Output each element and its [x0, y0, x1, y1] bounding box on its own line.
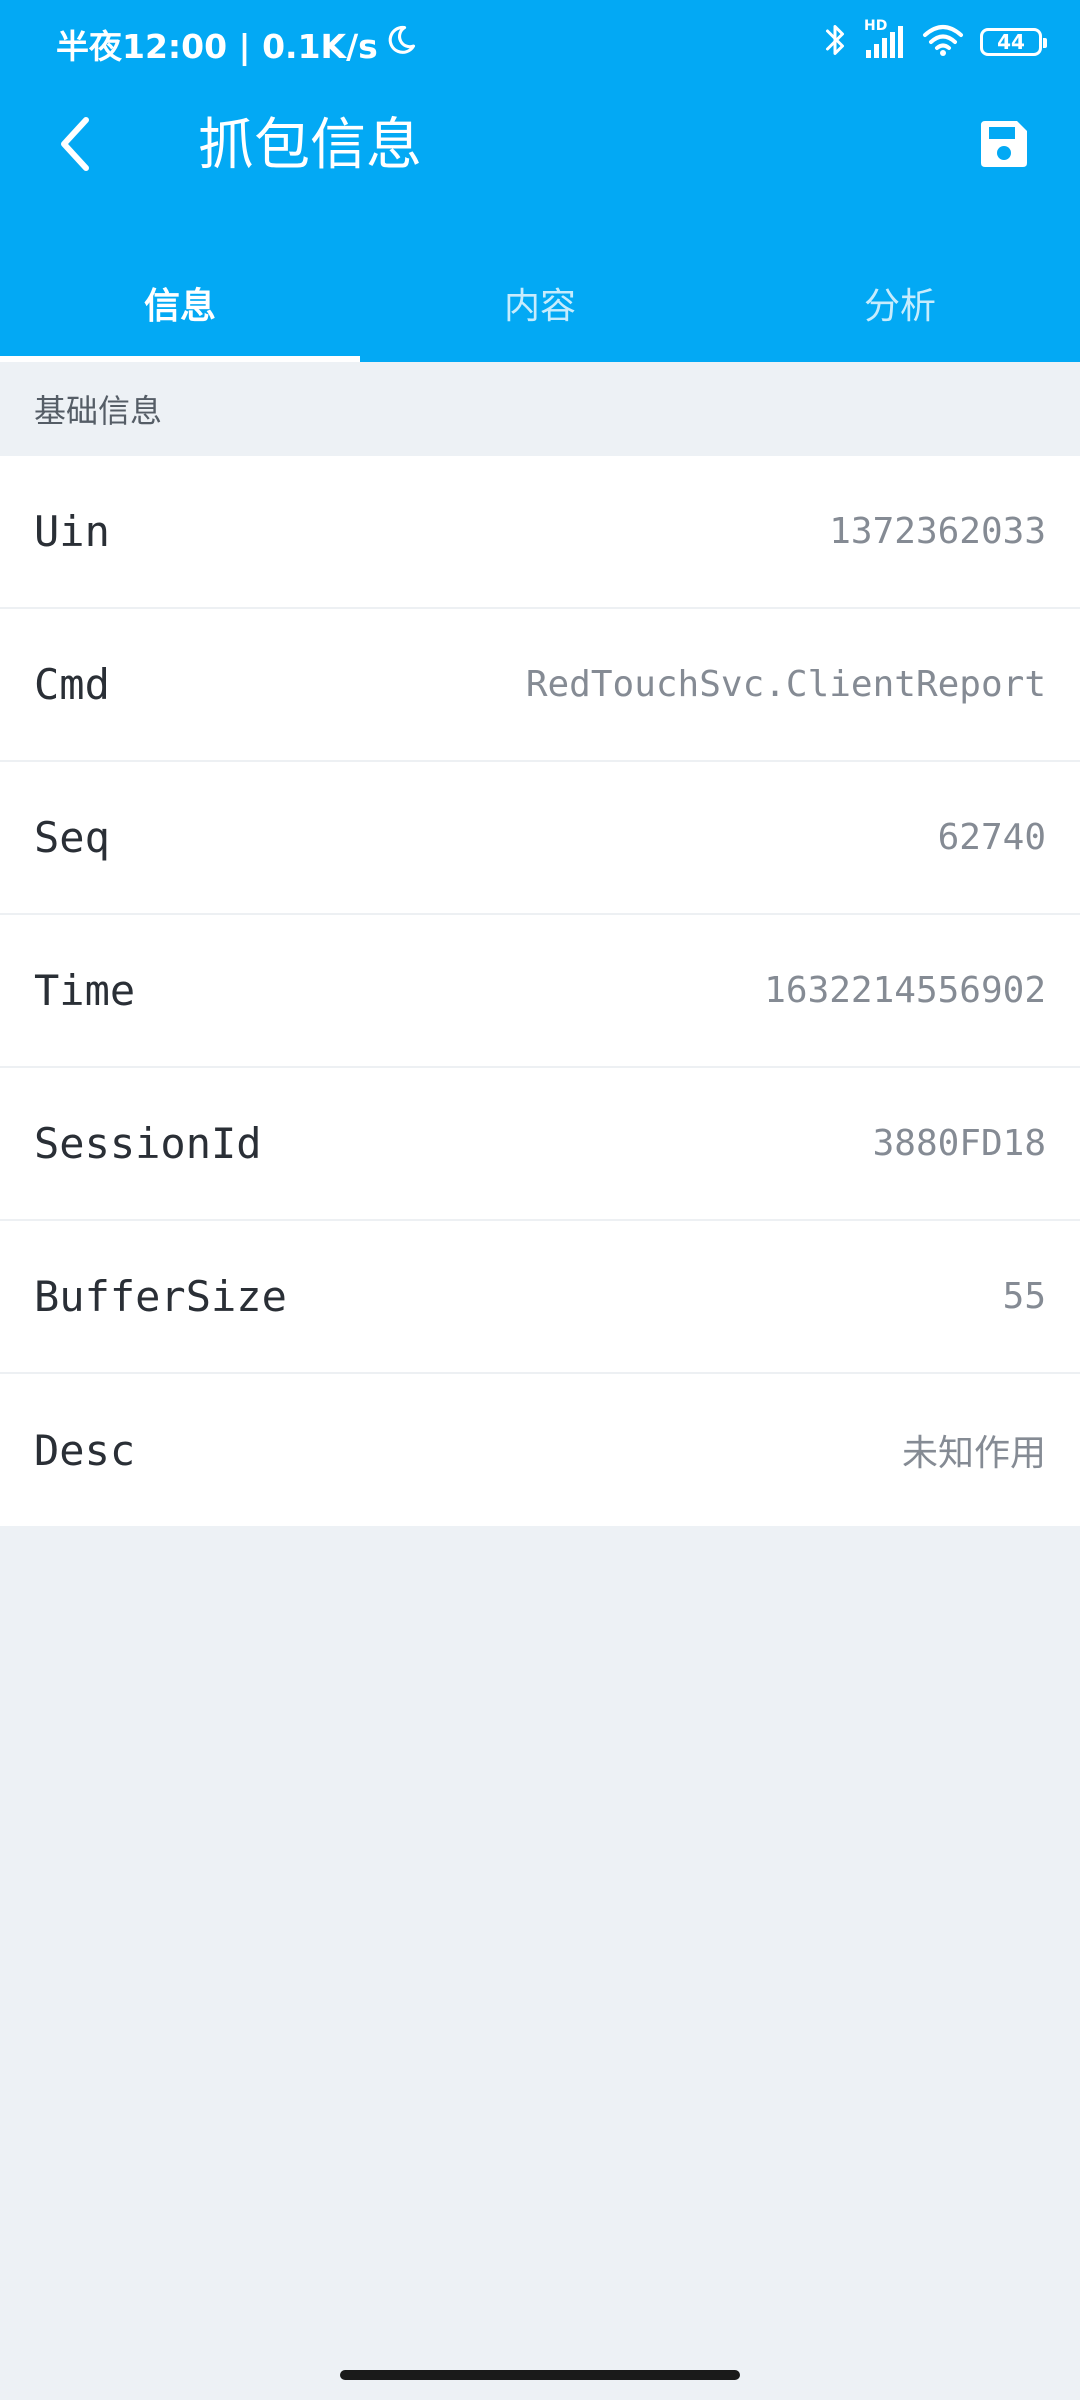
tab-info[interactable]: 信息 — [0, 244, 360, 362]
home-indicator[interactable] — [340, 2370, 740, 2380]
tab-analysis[interactable]: 分析 — [720, 244, 1080, 362]
row-value: 55 — [1002, 1276, 1046, 1317]
row-label: Seq — [34, 813, 110, 862]
moon-icon — [384, 23, 418, 65]
row-session-id[interactable]: SessionId 3880FD18 — [0, 1068, 1080, 1221]
row-time[interactable]: Time 1632214556902 — [0, 915, 1080, 1068]
tab-content[interactable]: 内容 — [360, 244, 720, 362]
wifi-icon — [922, 23, 964, 61]
row-seq[interactable]: Seq 62740 — [0, 762, 1080, 915]
row-value: 未知作用 — [901, 1433, 1046, 1474]
chevron-left-icon — [56, 116, 96, 176]
row-value: 62740 — [937, 817, 1046, 858]
signal-icon: HD — [862, 18, 906, 60]
section-header: 基础信息 — [0, 362, 1080, 456]
status-time: 半夜12:00 | 0.1K/s — [56, 27, 378, 66]
row-label: SessionId — [34, 1119, 262, 1168]
bluetooth-icon — [824, 22, 846, 62]
status-bar: 半夜12:00 | 0.1K/s HD 44 — [0, 0, 1080, 84]
page-title: 抓包信息 — [198, 113, 422, 178]
status-right: HD 44 — [824, 18, 1047, 62]
save-button[interactable] — [968, 110, 1040, 182]
row-label: Desc — [34, 1425, 136, 1475]
row-label: Cmd — [34, 660, 110, 709]
row-value: 3880FD18 — [872, 1123, 1046, 1164]
row-value: RedTouchSvc.ClientReport — [525, 664, 1046, 705]
status-left: 半夜12:00 | 0.1K/s — [56, 20, 418, 68]
section-title: 基础信息 — [34, 392, 163, 430]
row-value: 1632214556902 — [764, 970, 1046, 1011]
battery-icon: 44 — [980, 28, 1047, 56]
battery-level: 44 — [997, 30, 1025, 54]
row-label: Uin — [34, 507, 110, 556]
row-uin[interactable]: Uin 1372362033 — [0, 456, 1080, 609]
row-label: BufferSize — [34, 1272, 287, 1321]
info-list: Uin 1372362033 Cmd RedTouchSvc.ClientRep… — [0, 456, 1080, 1526]
row-desc[interactable]: Desc 未知作用 — [0, 1374, 1080, 1526]
row-cmd[interactable]: Cmd RedTouchSvc.ClientReport — [0, 609, 1080, 762]
row-buffer-size[interactable]: BufferSize 55 — [0, 1221, 1080, 1374]
row-value: 1372362033 — [829, 511, 1046, 552]
back-button[interactable] — [40, 110, 112, 182]
tab-bar: 信息 内容 分析 — [0, 244, 1080, 362]
row-label: Time — [34, 966, 136, 1015]
save-icon — [977, 117, 1031, 175]
